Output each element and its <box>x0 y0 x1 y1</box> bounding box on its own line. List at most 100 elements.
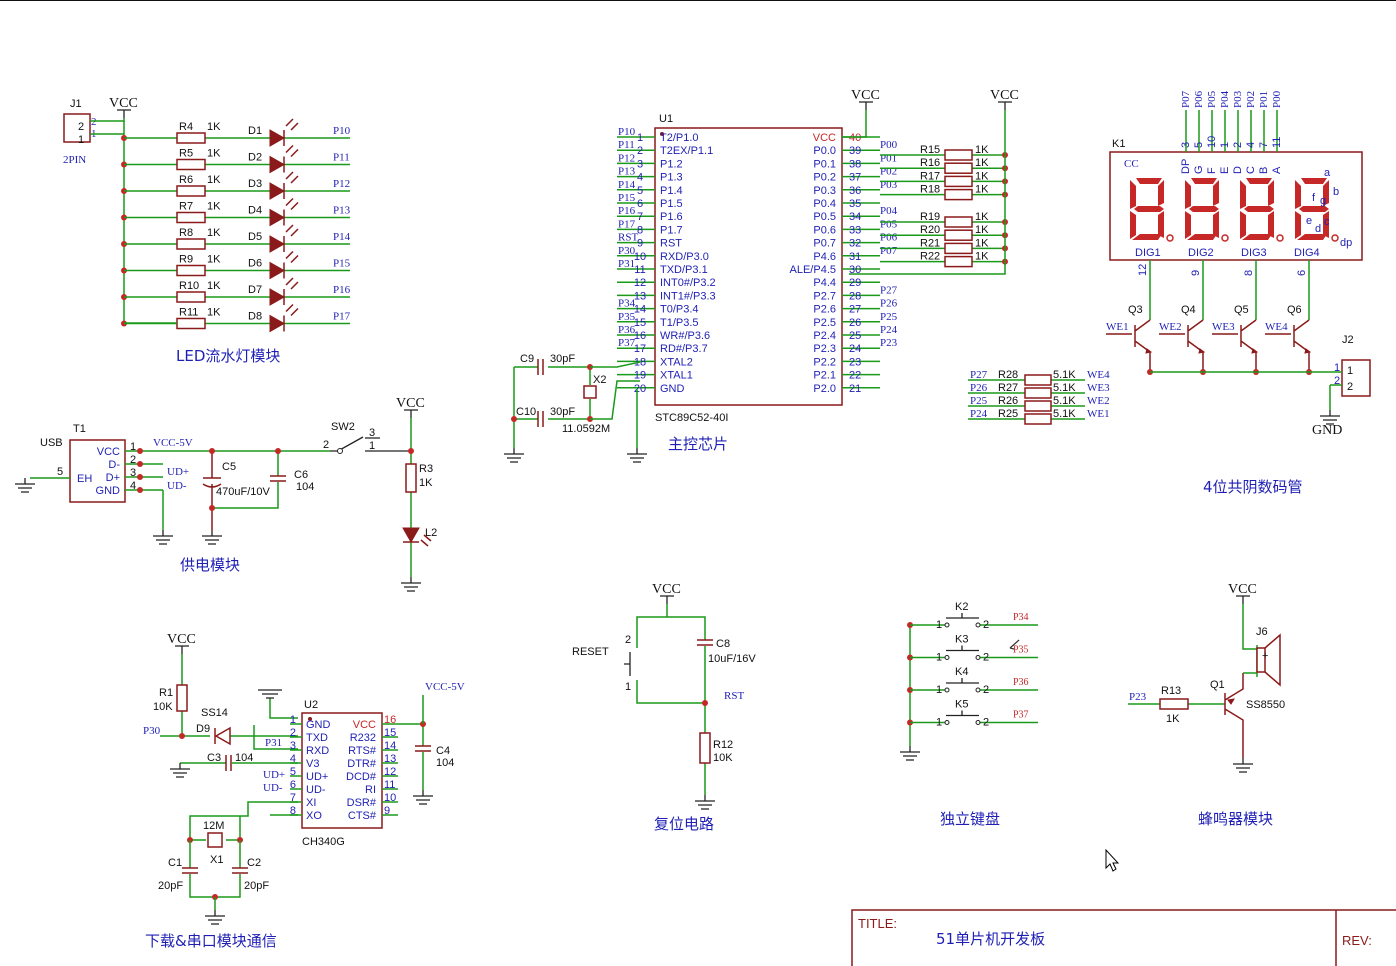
mcu-left-pin-num: 9 <box>637 238 643 250</box>
transistor-we-net: WE4 <box>1265 321 1288 333</box>
seg-top-net: P03 <box>1232 90 1244 108</box>
x2-value: 11.0592M <box>562 423 610 435</box>
c2-ref: C2 <box>247 857 261 869</box>
led-diode-icon <box>269 182 286 200</box>
led-diode-icon <box>269 208 286 227</box>
u2-left-net: UD+ <box>263 769 285 781</box>
l2-ref: L2 <box>425 527 437 539</box>
mcu-left-net: P14 <box>618 179 636 191</box>
key-p2: 2 <box>983 619 989 631</box>
capacitor-icon <box>537 359 544 375</box>
x1-value: 12M <box>203 820 224 832</box>
key-contact <box>975 687 981 693</box>
mcu-right-pin-name: P2.5 <box>813 317 836 329</box>
r1-ref: R1 <box>159 687 173 699</box>
pullup-resistor <box>944 188 973 201</box>
u2-left-name: XO <box>306 810 322 822</box>
vcc-symbol <box>404 409 418 418</box>
rev-label: REV: <box>1342 933 1372 948</box>
led-resistor <box>176 185 206 197</box>
mcu-left-pin-name: GND <box>660 383 685 395</box>
segment-icon <box>1130 211 1136 239</box>
u2-left-name: GND <box>306 719 331 731</box>
key-contact <box>975 720 981 725</box>
seg-top-pin: 11 <box>1271 137 1283 148</box>
transistor-we-net: WE1 <box>1106 321 1129 333</box>
mcu-right-pin-num: 29 <box>849 277 861 289</box>
pullup-resistor <box>944 216 973 228</box>
seg-digit-pin: 6 <box>1296 270 1308 276</box>
pullup-value: 1K <box>975 157 989 169</box>
led-resistor-value: 1K <box>207 201 221 213</box>
mcu-left-pin-name: XTAL1 <box>660 370 693 382</box>
led-resistor-ref: R9 <box>179 254 193 266</box>
q1-part: SS8550 <box>1246 699 1285 711</box>
u2-left-pin: 4 <box>290 753 296 765</box>
mcu-right-net: P24 <box>880 324 898 336</box>
segment-icon <box>1295 211 1301 239</box>
mcu-left-net: P12 <box>618 152 635 164</box>
r3-resistor <box>405 463 417 493</box>
key-ref: K2 <box>955 601 968 613</box>
vcc-label: VCC <box>1228 582 1257 597</box>
r1-resistor <box>176 684 188 712</box>
we-resistor-we: WE4 <box>1087 369 1110 381</box>
pullup-ref: R15 <box>920 144 940 156</box>
transistor-arrow-icon <box>1198 348 1206 354</box>
seg-top-name: A <box>1271 166 1283 174</box>
j2-pin2: 2 <box>1347 381 1353 393</box>
key-switch-icon <box>946 678 979 684</box>
u2-vcc5-net: VCC-5V <box>425 681 465 693</box>
mcu-right-pin-num: 38 <box>849 158 861 170</box>
pnp-transistor-icon <box>1224 673 1244 758</box>
mcu-left-pin-name: RD#/P3.7 <box>660 343 708 355</box>
segment-icon <box>1189 206 1219 212</box>
key-net: P36 <box>1013 677 1029 688</box>
mcu-module: U1STC89C52-40IP10 1 T2/P1.0P11 2 T2EX/P1.1P1… <box>504 88 1019 463</box>
pullup-value: 1K <box>975 211 989 223</box>
led-resistor-ref: R7 <box>179 201 193 213</box>
ch340-part: CH340G <box>302 836 345 848</box>
led-light-arrow-icon <box>285 277 299 290</box>
mcu-right-pin-name: P0.1 <box>813 158 836 170</box>
mcu-left-net: P11 <box>618 139 635 151</box>
u2-left-pin: 6 <box>290 779 296 791</box>
mcu-right-pin-name: P2.6 <box>813 304 836 316</box>
mcu-right-pin-name: P0.0 <box>813 145 836 157</box>
seg-digit-name: DIG4 <box>1294 247 1320 259</box>
mcu-left-net: P31 <box>618 258 635 270</box>
c6-value: 104 <box>296 481 314 493</box>
mcu-right-net: P23 <box>880 337 898 349</box>
led-net-label: P10 <box>333 125 351 137</box>
t1-ref: T1 <box>73 423 86 435</box>
r1-value: 10K <box>153 701 173 713</box>
led-resistor <box>176 238 206 250</box>
seg-module: K1 CC P07 3 DP P06 5 G P05 10 F P04 1 E P03 2 D P02 4 C P01 7… <box>968 90 1371 438</box>
led-diode-ref: D8 <box>248 311 262 323</box>
pullup-value: 1K <box>975 237 989 249</box>
mcu-right-pin-num: 21 <box>849 383 861 395</box>
c4-value: 104 <box>436 757 454 769</box>
led-light-arrow-icon <box>285 144 299 158</box>
key-p2: 2 <box>983 717 989 729</box>
sw2-p1: 1 <box>369 440 375 452</box>
mcu-right-pin-num: 37 <box>849 172 861 184</box>
mcu-right-net: P03 <box>880 179 898 191</box>
led-resistor-ref: R5 <box>179 148 193 160</box>
key-net: P34 <box>1013 612 1029 623</box>
seg-top-pin: 1 <box>1219 142 1231 148</box>
c8-ref: C8 <box>716 638 730 650</box>
mcu-right-pin-num: 22 <box>849 370 861 382</box>
segment-icon <box>1134 206 1164 212</box>
mcu-left-pin-name: P1.3 <box>660 172 683 184</box>
ud-plus-net: UD+ <box>167 466 189 478</box>
key-contact <box>944 720 950 725</box>
pullup-resistor <box>944 149 973 161</box>
pullup-ref: R22 <box>920 251 940 263</box>
we-resistor-net: P27 <box>970 369 988 381</box>
we-resistor <box>1024 374 1052 386</box>
rst-net: RST <box>724 690 744 702</box>
led-resistor-ref: R11 <box>179 307 198 319</box>
j1-pin2: 2 <box>78 121 84 133</box>
r12-resistor <box>699 732 711 764</box>
